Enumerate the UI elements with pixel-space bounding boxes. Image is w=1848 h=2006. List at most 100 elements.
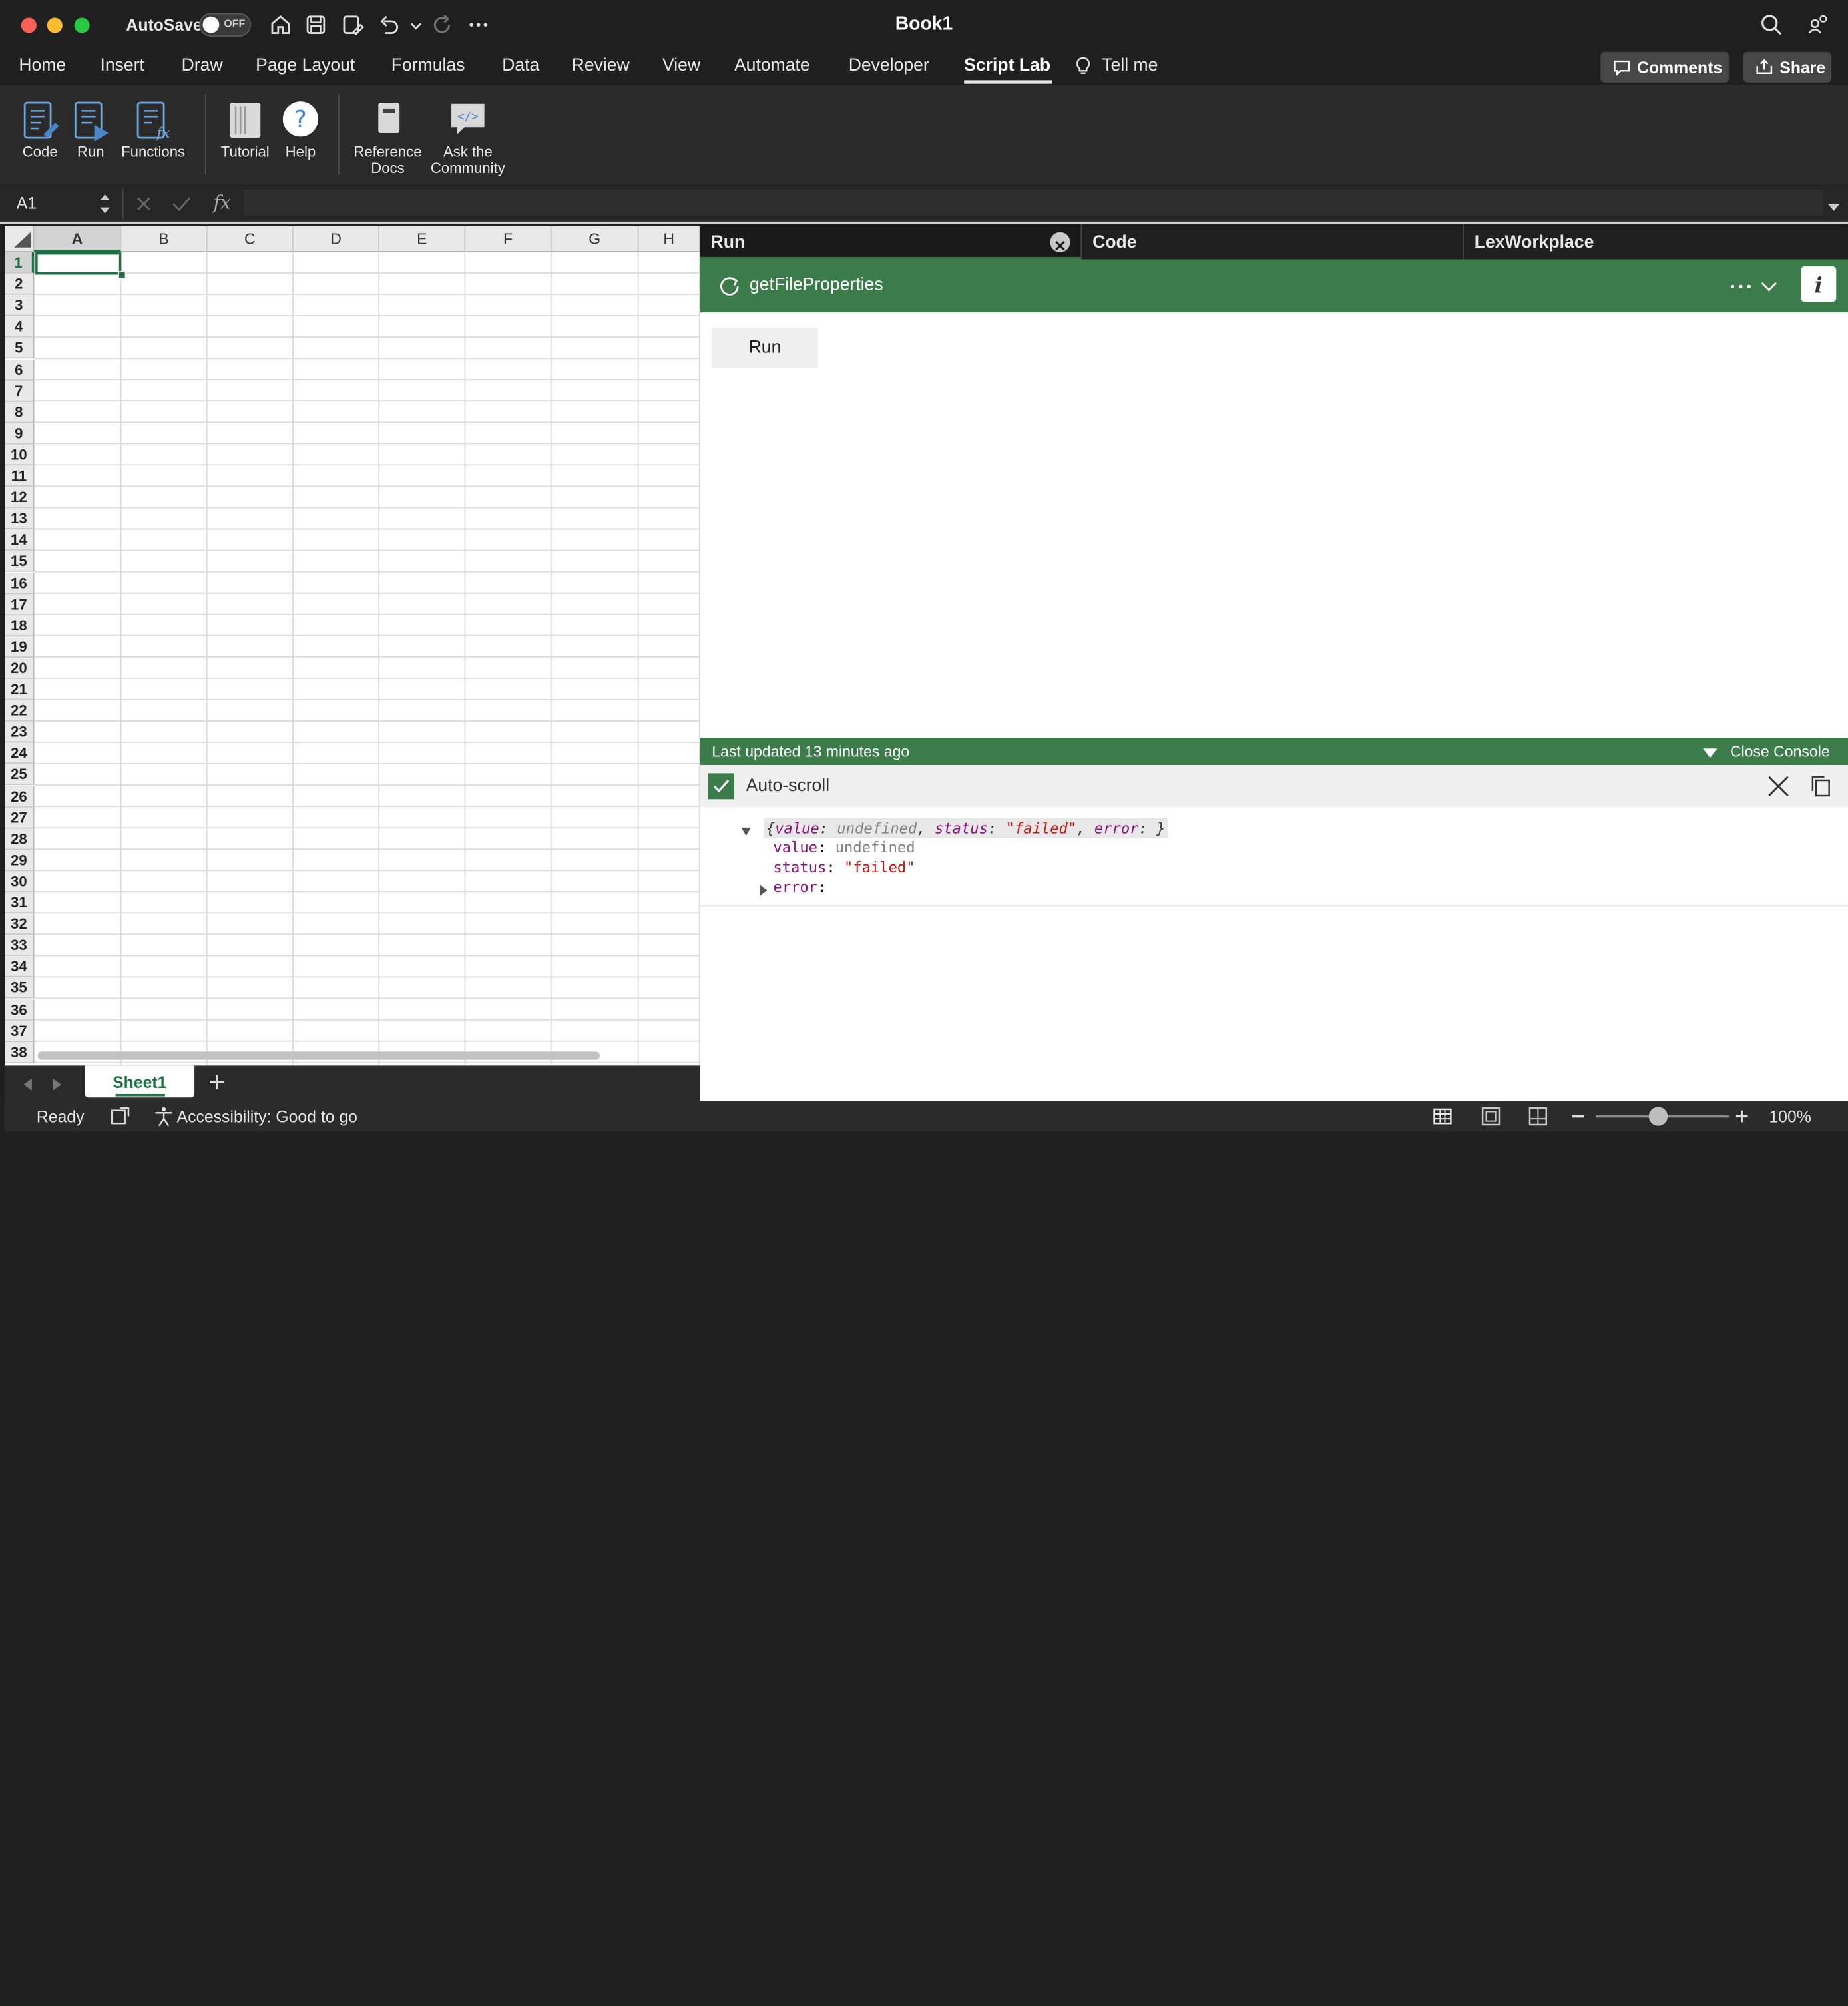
select-all-corner[interactable]	[5, 226, 35, 252]
row-header-29[interactable]: 29	[5, 850, 35, 871]
close-console-button[interactable]: Close Console	[1730, 742, 1830, 760]
row-header-11[interactable]: 11	[5, 465, 35, 487]
tab-review[interactable]: Review	[572, 55, 630, 75]
expand-formula-bar-icon[interactable]	[1827, 198, 1841, 211]
zoom-in-icon[interactable]	[1735, 1106, 1749, 1127]
copy-icon[interactable]	[1810, 774, 1831, 798]
normal-view-icon[interactable]	[1432, 1106, 1453, 1127]
row-header-14[interactable]: 14	[5, 529, 35, 551]
zoom-out-icon[interactable]	[1572, 1115, 1584, 1118]
row-header-1[interactable]: 1	[5, 252, 35, 274]
name-box-stepper-icon[interactable]	[99, 191, 111, 217]
comments-button[interactable]: Comments	[1600, 51, 1730, 83]
column-header-f[interactable]: F	[465, 226, 552, 252]
sheet-tab-sheet1[interactable]: Sheet1	[85, 1065, 195, 1098]
row-header-34[interactable]: 34	[5, 956, 35, 978]
share-button[interactable]: Share	[1743, 51, 1832, 83]
info-button[interactable]: i	[1801, 266, 1837, 302]
row-header-13[interactable]: 13	[5, 508, 35, 530]
row-header-37[interactable]: 37	[5, 1020, 35, 1042]
row-header-7[interactable]: 7	[5, 380, 35, 401]
row-header-16[interactable]: 16	[5, 572, 35, 594]
row-header-6[interactable]: 6	[5, 359, 35, 380]
help-button[interactable]: ? Help	[278, 99, 323, 160]
row-header-5[interactable]: 5	[5, 338, 35, 359]
row-header-32[interactable]: 32	[5, 913, 35, 935]
prop-error-row[interactable]: error:	[773, 878, 826, 896]
accessibility-icon[interactable]	[153, 1106, 174, 1127]
row-header-25[interactable]: 25	[5, 764, 35, 786]
row-header-4[interactable]: 4	[5, 316, 35, 338]
row-header-35[interactable]: 35	[5, 977, 35, 999]
horizontal-scrollbar[interactable]	[37, 1051, 600, 1060]
row-header-33[interactable]: 33	[5, 935, 35, 957]
tab-developer[interactable]: Developer	[849, 55, 929, 75]
row-header-27[interactable]: 27	[5, 807, 35, 828]
tab-formulas[interactable]: Formulas	[391, 55, 465, 75]
row-header-21[interactable]: 21	[5, 678, 35, 700]
tab-view[interactable]: View	[662, 55, 700, 75]
previous-sheet-icon[interactable]	[21, 1076, 33, 1091]
insert-function-icon[interactable]: fx	[213, 191, 230, 214]
worksheet-grid[interactable]: ABCDEFGH 1 2 3 4 5 6 7 8 9 10 11 12 13 14 15 16 17 18 19 20…	[5, 226, 700, 1066]
row-header-36[interactable]: 36	[5, 999, 35, 1021]
zoom-slider-thumb[interactable]	[1648, 1107, 1668, 1126]
column-header-g[interactable]: G	[551, 226, 639, 252]
clear-console-icon[interactable]	[1767, 774, 1790, 798]
row-header-2[interactable]: 2	[5, 273, 35, 295]
collapse-triangle-icon[interactable]	[740, 823, 752, 836]
run-snippet-button[interactable]: Run	[712, 328, 818, 368]
more-options-icon[interactable]	[1728, 276, 1753, 297]
column-header-b[interactable]: B	[121, 226, 208, 252]
tell-me-search[interactable]: Tell me	[1102, 55, 1158, 75]
row-header-8[interactable]: 8	[5, 401, 35, 423]
object-summary[interactable]: {value: undefined, status: "failed", err…	[764, 818, 1168, 838]
account-icon[interactable]	[1805, 13, 1829, 36]
close-tab-icon[interactable]	[1050, 232, 1070, 252]
code-button[interactable]: Code	[17, 99, 64, 160]
reference-docs-button[interactable]: Reference Docs	[349, 99, 427, 177]
row-header-26[interactable]: 26	[5, 785, 35, 807]
tab-data[interactable]: Data	[502, 55, 539, 75]
tab-lexworkplace[interactable]: LexWorkplace	[1463, 224, 1848, 260]
column-header-c[interactable]: C	[207, 226, 294, 252]
row-header-24[interactable]: 24	[5, 742, 35, 764]
row-header-15[interactable]: 15	[5, 551, 35, 573]
tab-run[interactable]: Run	[700, 224, 1081, 260]
tab-draw[interactable]: Draw	[182, 55, 223, 75]
row-header-22[interactable]: 22	[5, 700, 35, 722]
autoscroll-checkbox[interactable]	[708, 773, 734, 800]
row-header-12[interactable]: 12	[5, 487, 35, 509]
expand-triangle-icon[interactable]	[759, 881, 768, 896]
column-header-e[interactable]: E	[379, 226, 466, 252]
row-header-38[interactable]: 38	[5, 1041, 35, 1063]
row-header-19[interactable]: 19	[5, 636, 35, 658]
functions-button[interactable]: fx Functions	[118, 99, 188, 160]
formula-input[interactable]	[244, 190, 1823, 216]
next-sheet-icon[interactable]	[52, 1076, 64, 1091]
row-header-9[interactable]: 9	[5, 423, 35, 445]
name-box[interactable]: A1	[17, 193, 37, 212]
row-header-3[interactable]: 3	[5, 294, 35, 316]
caret-down-icon[interactable]	[1702, 745, 1718, 758]
column-header-a[interactable]: A	[34, 226, 122, 252]
row-header-23[interactable]: 23	[5, 721, 35, 743]
zoom-level[interactable]: 100%	[1769, 1107, 1811, 1125]
chevron-down-icon[interactable]	[1759, 276, 1778, 297]
search-icon[interactable]	[1759, 13, 1783, 36]
selected-cell-a1[interactable]	[35, 252, 122, 275]
row-header-20[interactable]: 20	[5, 657, 35, 679]
refresh-icon[interactable]	[719, 276, 740, 297]
tab-automate[interactable]: Automate	[734, 55, 810, 75]
macro-recording-icon[interactable]	[110, 1106, 131, 1127]
page-layout-view-icon[interactable]	[1481, 1106, 1502, 1127]
column-header-d[interactable]: D	[293, 226, 380, 252]
accessibility-status[interactable]: Accessibility: Good to go	[177, 1107, 357, 1125]
tab-home[interactable]: Home	[19, 55, 66, 75]
row-header-30[interactable]: 30	[5, 871, 35, 892]
ask-community-button[interactable]: </> Ask the Community	[427, 99, 509, 177]
row-header-18[interactable]: 18	[5, 615, 35, 636]
tab-page-layout[interactable]: Page Layout	[256, 55, 355, 75]
tab-insert[interactable]: Insert	[100, 55, 144, 75]
run-button[interactable]: Run	[71, 99, 111, 160]
